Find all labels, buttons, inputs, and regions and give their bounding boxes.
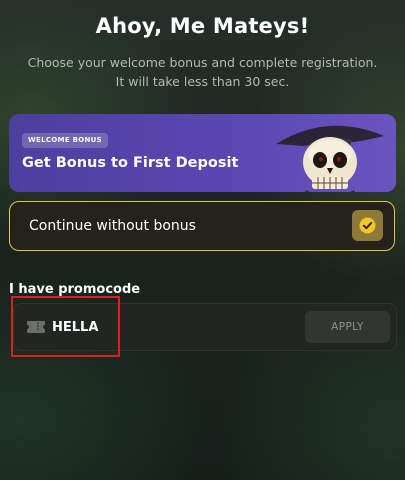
check-icon	[359, 217, 376, 234]
promocode-label: I have promocode	[9, 282, 141, 297]
continue-without-bonus-option[interactable]: Continue without bonus	[9, 201, 395, 251]
subtitle-line-2: It will take less than 30 sec.	[115, 74, 290, 89]
apply-button[interactable]: APPLY	[305, 311, 390, 343]
continue-without-bonus-label: Continue without bonus	[29, 218, 196, 234]
subtitle-line-1: Choose your welcome bonus and complete r…	[27, 55, 378, 70]
selected-checkbox[interactable]	[352, 210, 383, 241]
welcome-bonus-badge: WELCOME BONUS	[22, 133, 109, 148]
page-title: Ahoy, Me Mateys!	[95, 14, 310, 38]
welcome-bonus-card[interactable]: WELCOME BONUS Get Bonus to First Deposit	[9, 114, 396, 192]
page-subtitle: Choose your welcome bonus and complete r…	[0, 53, 405, 91]
pirate-skull-image	[276, 125, 384, 192]
annotation-highlight-box	[11, 296, 120, 357]
bonus-card-title: Get Bonus to First Deposit	[22, 155, 239, 171]
